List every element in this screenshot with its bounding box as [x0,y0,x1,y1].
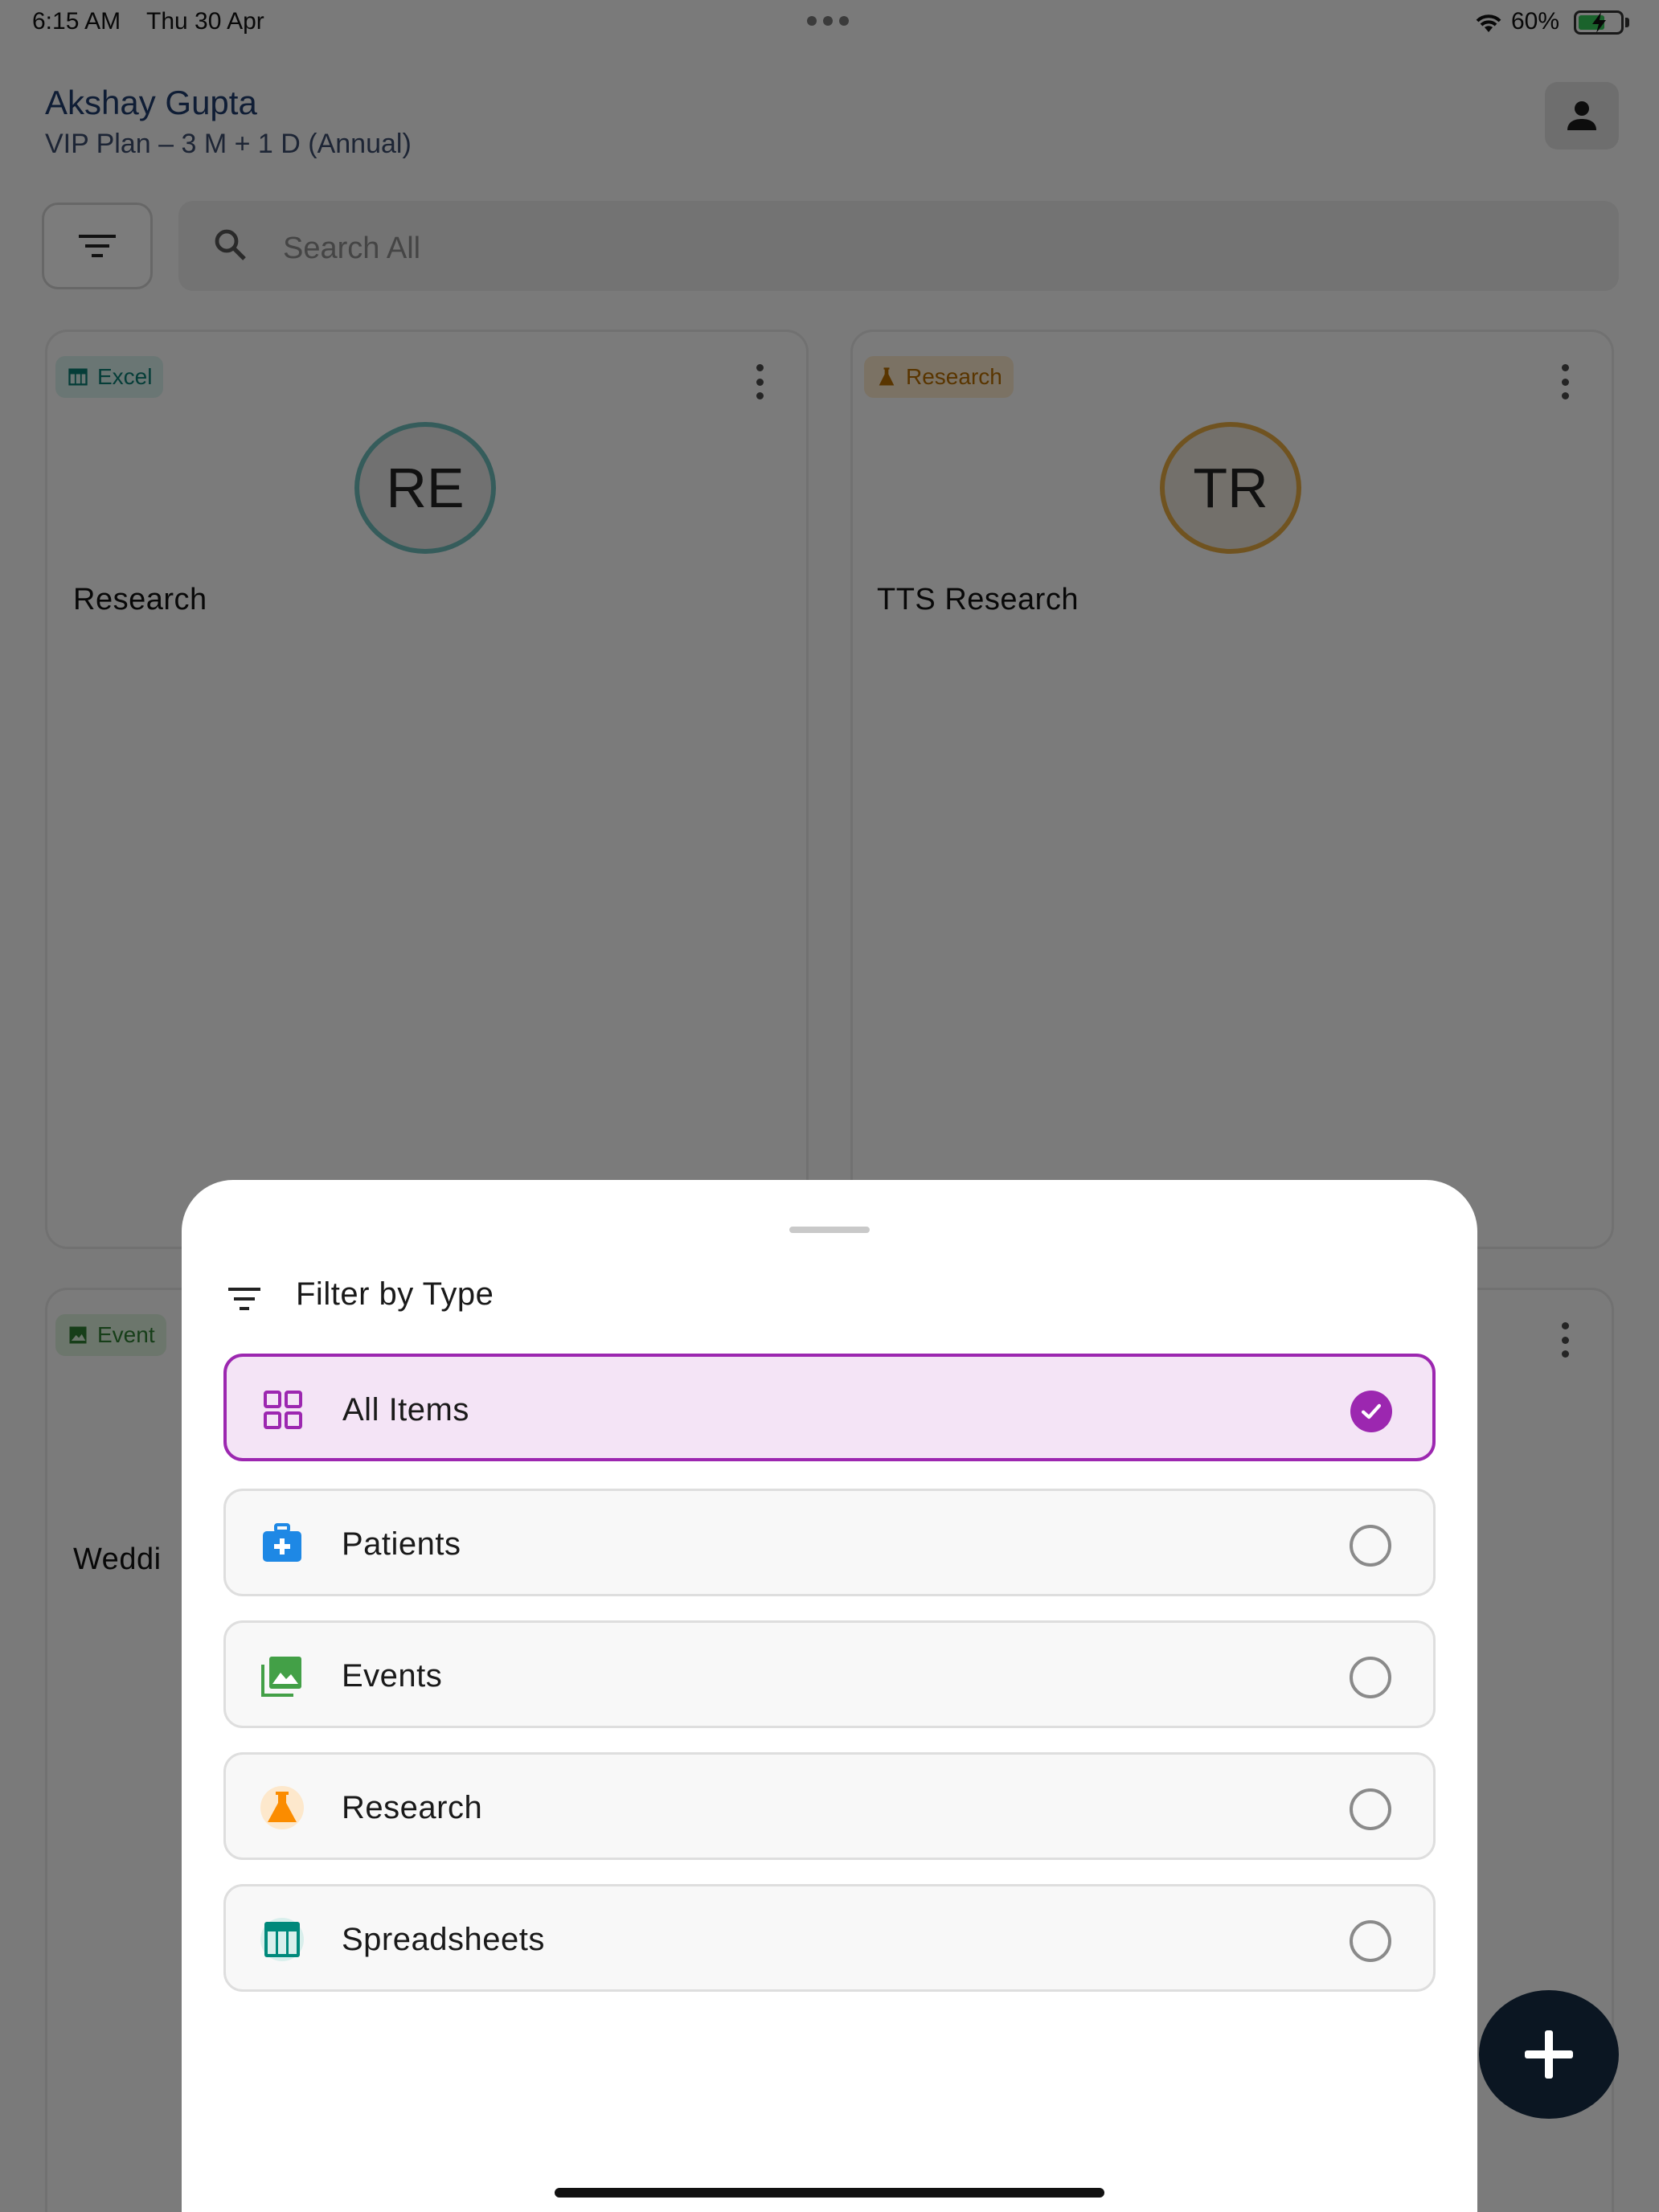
option-label: Events [342,1658,443,1694]
filter-bottom-sheet: Filter by Type All Items Patients Events… [182,1180,1477,2212]
flask-icon [260,1786,304,1829]
filter-option-all-items[interactable]: All Items [223,1354,1436,1461]
filter-option-spreadsheets[interactable]: Spreadsheets [223,1884,1436,1992]
photo-library-icon [261,1657,301,1697]
radio-button[interactable] [1350,1525,1391,1567]
check-circle-icon [1350,1391,1392,1432]
drag-handle[interactable] [789,1227,870,1233]
table-icon [260,1918,304,1961]
option-label: Spreadsheets [342,1922,545,1957]
option-label: All Items [342,1392,469,1428]
radio-button[interactable] [1350,1920,1391,1962]
filter-icon [228,1288,260,1310]
filter-option-research[interactable]: Research [223,1752,1436,1860]
radio-button[interactable] [1350,1657,1391,1698]
grid-icon [264,1391,302,1429]
filter-option-events[interactable]: Events [223,1620,1436,1728]
medical-bag-icon [263,1523,301,1562]
option-label: Patients [342,1526,461,1562]
home-indicator[interactable] [555,2188,1104,2198]
sheet-title: Filter by Type [296,1276,494,1312]
add-item-button[interactable] [1479,1990,1619,2119]
plus-icon [1525,2030,1573,2079]
radio-button[interactable] [1350,1788,1391,1830]
filter-option-patients[interactable]: Patients [223,1489,1436,1596]
option-label: Research [342,1790,483,1825]
